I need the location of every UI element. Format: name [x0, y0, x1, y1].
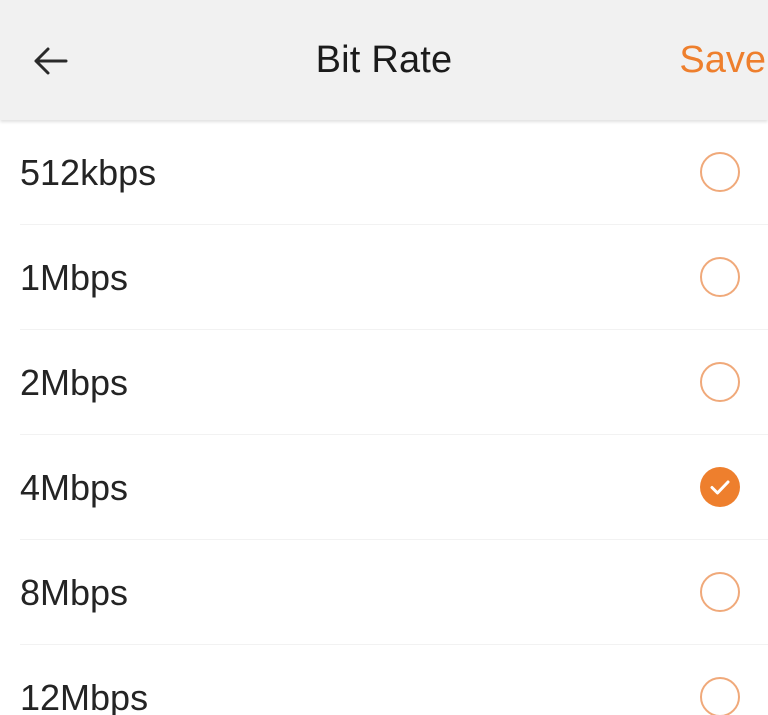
option-label: 512kbps	[20, 151, 157, 193]
radio-unchecked-icon[interactable]	[698, 150, 742, 194]
option-label: 12Mbps	[20, 676, 149, 715]
arrow-left-icon	[30, 45, 70, 82]
radio-unchecked-icon[interactable]	[698, 255, 742, 299]
option-row[interactable]: 512kbps	[0, 120, 768, 225]
option-label: 8Mbps	[20, 571, 129, 613]
option-row[interactable]: 12Mbps	[0, 645, 768, 715]
save-button[interactable]: Save	[679, 0, 766, 120]
option-row-selected[interactable]: 4Mbps	[0, 435, 768, 540]
option-row[interactable]: 8Mbps	[0, 540, 768, 645]
bit-rate-screen: Bit Rate Save 512kbps 1Mbps 2Mbps 4Mbps	[0, 0, 768, 715]
top-bar: Bit Rate Save	[0, 0, 768, 120]
option-row[interactable]: 2Mbps	[0, 330, 768, 435]
radio-checked-icon[interactable]	[698, 465, 742, 509]
option-label: 2Mbps	[20, 361, 129, 403]
option-label: 1Mbps	[20, 256, 129, 298]
back-button[interactable]	[10, 25, 90, 101]
option-row[interactable]: 1Mbps	[0, 225, 768, 330]
page-title: Bit Rate	[315, 38, 453, 81]
bit-rate-option-list: 512kbps 1Mbps 2Mbps 4Mbps 8Mbps 12Mbps	[0, 120, 768, 715]
radio-unchecked-icon[interactable]	[698, 675, 742, 715]
radio-unchecked-icon[interactable]	[698, 360, 742, 404]
radio-unchecked-icon[interactable]	[698, 570, 742, 614]
option-label: 4Mbps	[20, 466, 129, 508]
